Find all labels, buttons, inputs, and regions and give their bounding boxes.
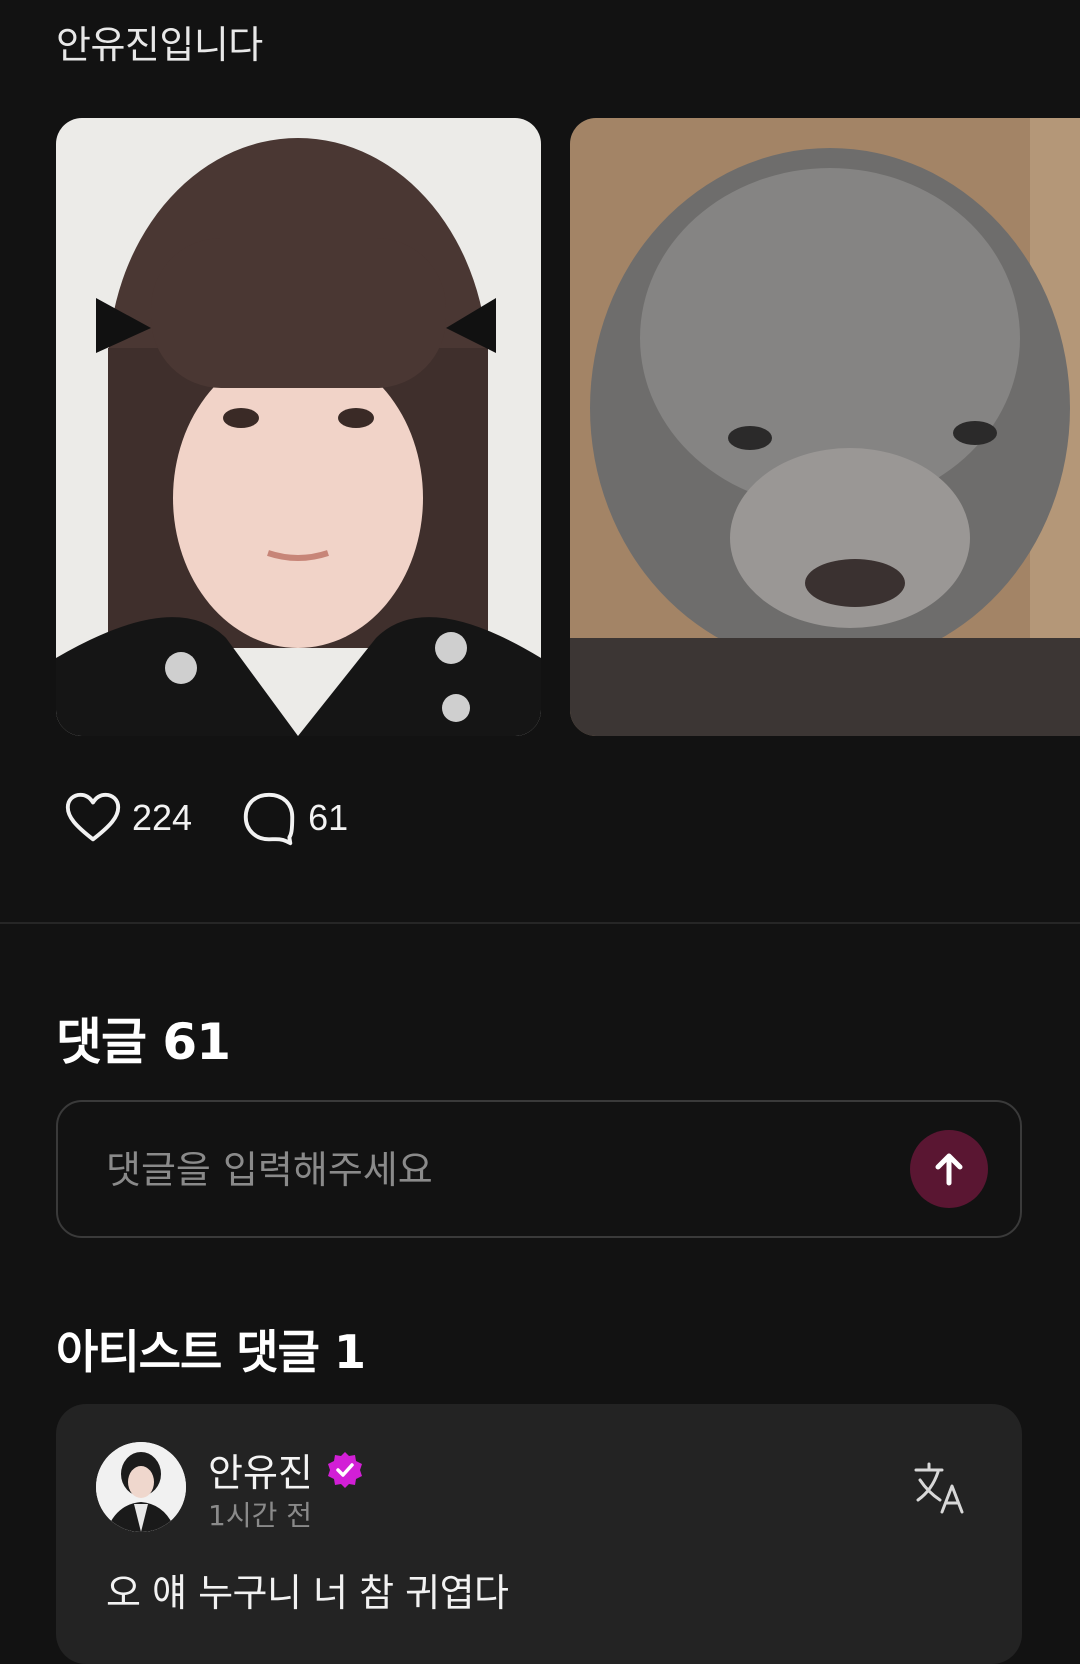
artist-comment-card: 안유진 1시간 전 오 얘 누구니 너 참 귀엽다 bbox=[56, 1404, 1022, 1664]
like-count: 224 bbox=[132, 797, 193, 838]
speech-bubble-icon bbox=[243, 792, 295, 846]
like-button[interactable]: 224 bbox=[62, 787, 192, 849]
section-divider bbox=[0, 922, 1080, 924]
post-photo-portrait[interactable] bbox=[56, 118, 541, 736]
comment-count: 61 bbox=[308, 797, 349, 838]
send-comment-button[interactable] bbox=[910, 1130, 988, 1208]
comment-input-box[interactable] bbox=[56, 1100, 1022, 1238]
comment-button[interactable]: 61 bbox=[238, 787, 348, 849]
author-name-text: 안유진 bbox=[208, 1451, 313, 1495]
translate-icon[interactable] bbox=[910, 1458, 970, 1518]
artist-comments-heading: 아티스트 댓글 1 bbox=[56, 1325, 366, 1379]
image-gallery[interactable] bbox=[0, 118, 1080, 738]
post-photo-otter[interactable] bbox=[570, 118, 1080, 736]
post-stats: 224 61 bbox=[62, 788, 394, 848]
comments-heading: 댓글 61 bbox=[56, 1013, 231, 1071]
comment-input[interactable] bbox=[104, 1102, 868, 1238]
comment-text: 오 얘 누구니 너 참 귀엽다 bbox=[106, 1571, 509, 1615]
avatar[interactable] bbox=[96, 1442, 186, 1532]
comment-time: 1시간 전 bbox=[208, 1499, 312, 1532]
arrow-up-icon bbox=[935, 1153, 963, 1186]
heart-icon bbox=[65, 792, 121, 842]
verified-badge-icon bbox=[327, 1451, 362, 1488]
post-title: 안유진입니다 bbox=[56, 23, 263, 67]
comment-author[interactable]: 안유진 bbox=[208, 1442, 365, 1497]
